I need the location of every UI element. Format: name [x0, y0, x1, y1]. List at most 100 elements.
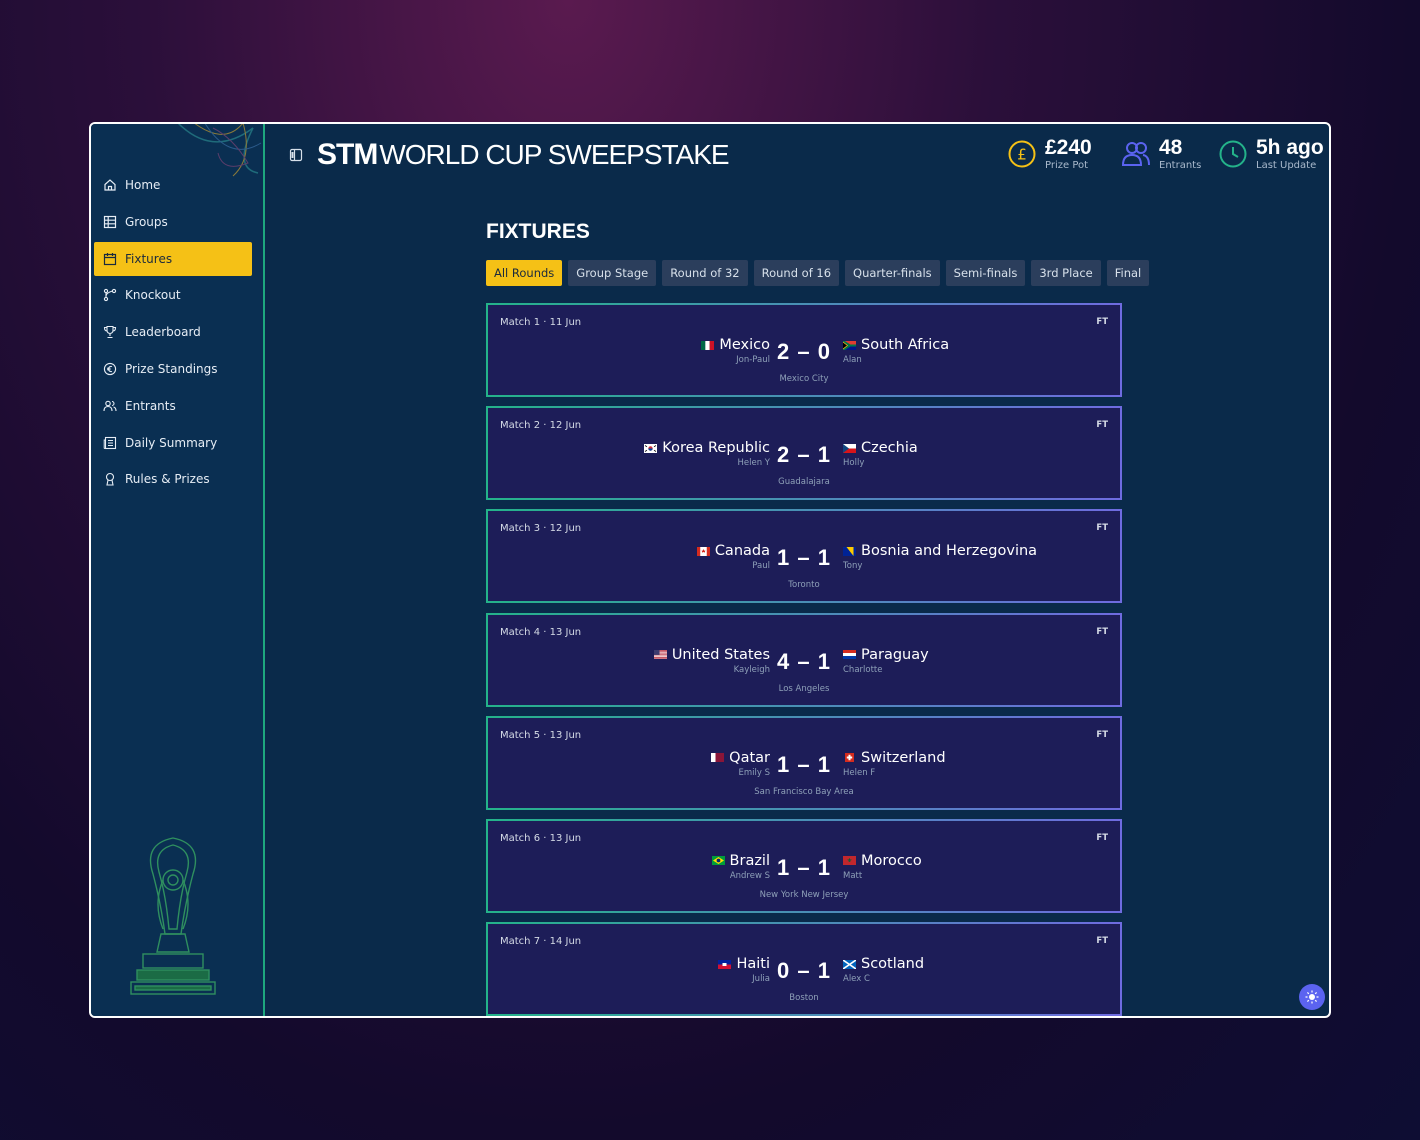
away-team-name: Switzerland: [861, 749, 946, 766]
sidebar-item-leaderboard[interactable]: Leaderboard: [94, 315, 252, 349]
fixture-card[interactable]: Match 6 · 13 Jun FT Brazil Andrew S 1 – …: [486, 818, 1122, 913]
match-score: 4 – 1: [777, 648, 831, 674]
sidebar-item-home[interactable]: Home: [94, 168, 252, 202]
sidebar-item-prize-standings[interactable]: Prize Standings: [94, 352, 252, 386]
fixture-card[interactable]: Match 7 · 14 Jun FT Haiti Julia 0 – 1 Sc…: [486, 922, 1122, 1016]
fixture-card[interactable]: Match 2 · 12 Jun FT Korea Republic Helen…: [486, 406, 1122, 501]
sidebar-item-daily-summary[interactable]: Daily Summary: [94, 426, 252, 460]
sidebar-item-label: Daily Summary: [125, 435, 218, 450]
home-icon: [103, 178, 117, 192]
sidebar-item-label: Fixtures: [125, 251, 173, 266]
round-filter-tabs: All Rounds Group Stage Round of 32 Round…: [486, 260, 1155, 286]
away-entrant: Matt: [843, 870, 863, 881]
match-meta: Match 1 · 11 Jun: [500, 317, 582, 328]
sidebar-item-label: Leaderboard: [125, 325, 201, 340]
sidebar: Home Groups Fixtures Knockout Leaderboar…: [91, 124, 265, 1016]
sidebar-item-label: Rules & Prizes: [125, 472, 210, 487]
away-team: South Africa Alan: [838, 337, 949, 365]
paraguay-flag-icon: [843, 650, 856, 660]
newspaper-icon: [103, 436, 117, 450]
pound-coin-icon: £: [1008, 140, 1036, 168]
stat-label: Entrants: [1159, 160, 1202, 171]
fixture-card[interactable]: Match 1 · 11 Jun FT Mexico Jon-Paul 2 – …: [486, 303, 1122, 397]
tab-semi-finals[interactable]: Semi-finals: [945, 260, 1026, 286]
away-entrant: Tony: [843, 561, 863, 572]
stat-label: Prize Pot: [1045, 160, 1089, 171]
stat-value: 5h ago: [1256, 136, 1324, 159]
bracket-icon: [103, 288, 117, 302]
fixture-card[interactable]: Match 3 · 12 Jun FT Canada Paul 1 – 1 Bo…: [486, 509, 1122, 604]
grid-icon: [103, 215, 117, 229]
sidebar-item-fixtures[interactable]: Fixtures: [94, 241, 252, 276]
match-status: FT: [1096, 317, 1108, 327]
sidebar-item-label: Knockout: [125, 288, 181, 303]
match-status: FT: [1096, 729, 1108, 740]
sidebar-item-rules-prizes[interactable]: Rules & Prizes: [94, 462, 252, 496]
away-team: Switzerland Helen F: [838, 750, 946, 778]
switzerland-flag-icon: [845, 753, 854, 763]
match-score: 1 – 1: [777, 854, 831, 880]
match-meta: Match 5 · 13 Jun: [500, 729, 582, 741]
away-team: Paraguay Charlotte: [838, 647, 929, 675]
fixture-card[interactable]: Match 5 · 13 Jun FT Qatar Emily S 1 – 1 …: [486, 715, 1122, 810]
match-score: 0 – 1: [777, 958, 831, 984]
match-venue: New York New Jersey: [759, 889, 849, 900]
match-venue: Boston: [789, 993, 819, 1004]
away-entrant: Helen F: [843, 767, 876, 778]
trophy-icon: [103, 325, 117, 339]
match-status: FT: [1096, 420, 1108, 431]
users-icon: [1121, 142, 1150, 166]
south-africa-flag-icon: [843, 340, 856, 350]
sidebar-item-label: Home: [125, 178, 161, 192]
away-team-name: Paraguay: [861, 646, 929, 663]
world-cup-trophy-icon: [130, 837, 216, 995]
tab-quarter-finals[interactable]: Quarter-finals: [845, 260, 940, 286]
sidebar-item-groups[interactable]: Groups: [94, 205, 252, 239]
tab-all-rounds[interactable]: All Rounds: [486, 260, 563, 286]
calendar-icon: [103, 252, 117, 266]
stat-label: Last Update: [1256, 160, 1317, 171]
match-score: 1 – 1: [777, 751, 831, 777]
bosnia-flag-icon: [843, 546, 856, 556]
match-meta: Match 2 · 12 Jun: [500, 420, 582, 432]
sidebar-item-entrants[interactable]: Entrants: [94, 389, 252, 423]
stat-entrants: 48 Entrants: [1121, 136, 1201, 172]
clock-icon: [1219, 140, 1247, 168]
stat-value: £240: [1045, 136, 1092, 159]
tab-round-of-16[interactable]: Round of 16: [753, 260, 840, 286]
away-team-name: South Africa: [861, 337, 950, 353]
sidebar-item-knockout[interactable]: Knockout: [94, 278, 252, 312]
tab-3rd-place[interactable]: 3rd Place: [1031, 260, 1101, 286]
morocco-flag-icon: [843, 856, 856, 866]
logo-title: WORLD CUP SWEEPSTAKE: [379, 139, 729, 170]
away-entrant: Charlotte: [843, 664, 883, 675]
away-team-name: Bosnia and Herzegovina: [861, 543, 1038, 560]
page-title: FIXTURES: [486, 220, 590, 243]
czechia-flag-icon: [843, 443, 856, 453]
fixture-card[interactable]: Match 4 · 13 Jun FT United States Kaylei…: [486, 612, 1122, 707]
match-venue: Mexico City: [779, 374, 829, 384]
away-team: Bosnia and Herzegovina Tony: [838, 543, 1037, 571]
stat-value: 48: [1159, 136, 1183, 159]
match-venue: Toronto: [788, 580, 820, 591]
match-score: 2 – 0: [777, 339, 831, 364]
match-score: 2 – 1: [777, 442, 831, 468]
match-meta: Match 7 · 14 Jun: [500, 936, 582, 948]
match-venue: Los Angeles: [778, 683, 830, 694]
away-team-name: Morocco: [861, 852, 922, 869]
theme-toggle-button[interactable]: [1299, 984, 1325, 1010]
match-status: FT: [1096, 523, 1108, 534]
logo-bold: STM: [317, 138, 378, 171]
app-logo[interactable]: STM WORLD CUP SWEEPSTAKE: [317, 138, 730, 174]
tab-final[interactable]: Final: [1106, 260, 1150, 286]
sidebar-nav: Home Groups Fixtures Knockout Leaderboar…: [94, 168, 252, 499]
match-meta: Match 6 · 13 Jun: [500, 832, 582, 844]
tab-round-of-32[interactable]: Round of 32: [662, 260, 748, 286]
tab-group-stage[interactable]: Group Stage: [568, 260, 657, 286]
match-venue: Guadalajara: [778, 477, 830, 488]
euro-icon: [103, 362, 117, 376]
stat-prize-pot: £ £240 Prize Pot: [1007, 136, 1092, 172]
app-window: Home Groups Fixtures Knockout Leaderboar…: [89, 122, 1331, 1018]
away-team: Morocco Matt: [838, 853, 922, 881]
sidebar-toggle-icon[interactable]: [289, 148, 303, 162]
